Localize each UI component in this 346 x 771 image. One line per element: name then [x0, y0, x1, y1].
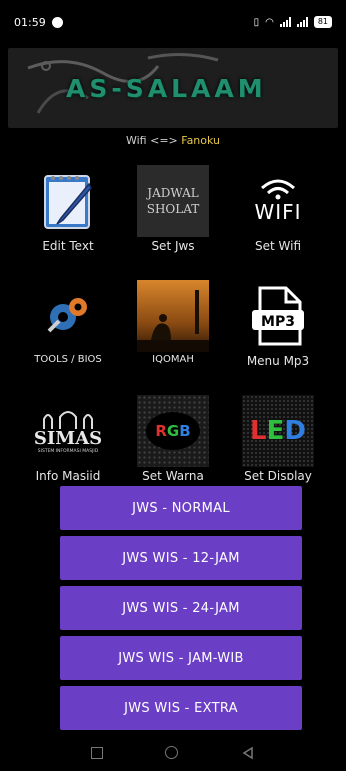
tile-label: Edit Text — [42, 239, 94, 253]
signal-icon — [279, 17, 291, 27]
simas-text: SIMAS — [33, 427, 103, 449]
jadwal-sholat-icon: JADWAL SHOLAT — [137, 165, 209, 237]
simas-subtext: SISTEM INFORMASI MASJID — [37, 448, 99, 454]
jws-wis-extra-button[interactable]: JWS WIS - EXTRA — [60, 686, 302, 730]
sholat-text: SHOLAT — [146, 202, 200, 216]
tile-set-wifi[interactable]: WIFI Set Wifi — [228, 165, 328, 265]
jws-wis-24-jam-button[interactable]: JWS WIS - 24-JAM — [60, 586, 302, 630]
back-icon[interactable] — [241, 746, 255, 760]
wifi-ssid: Fanoku — [181, 134, 221, 147]
jadwal-text: JADWAL — [147, 186, 199, 200]
rgb-badge: RGB — [146, 412, 200, 450]
jws-wis-jam-wib-button[interactable]: JWS WIS - JAM-WIB — [60, 636, 302, 680]
tile-label: Set Wifi — [254, 239, 301, 253]
jws-wis-12-jam-button[interactable]: JWS WIS - 12-JAM — [60, 536, 302, 580]
wifi-prefix: Wifi <=> — [125, 134, 182, 147]
tile-edit-text[interactable]: Edit Text — [18, 165, 118, 265]
tile-label: IQOMAH — [152, 354, 194, 365]
mp3-text: MP3 — [261, 314, 295, 330]
notepad-pen-icon — [32, 165, 104, 237]
status-icons: ▯ ◠ 81 — [254, 16, 332, 28]
tile-tools-bios[interactable]: TOOLS / BIOS — [18, 280, 118, 380]
home-icon[interactable] — [165, 746, 179, 759]
tile-label: Menu Mp3 — [246, 354, 310, 368]
tile-menu-mp3[interactable]: MP3 Menu Mp3 — [228, 280, 328, 380]
vibrate-icon: ▯ — [253, 16, 260, 28]
tile-iqomah[interactable]: IQOMAH — [123, 280, 223, 380]
jws-normal-button[interactable]: JWS - NORMAL — [60, 486, 302, 530]
wifi-text: WIFI — [254, 200, 302, 224]
battery-icon: 81 — [313, 16, 332, 28]
wifi-status-line: Wifi <=> Fanoku — [0, 134, 346, 147]
led-icon: LED — [242, 395, 314, 467]
prayer-silhouette-icon — [137, 280, 209, 352]
signal-2-icon — [296, 17, 308, 27]
recents-icon[interactable] — [91, 746, 104, 759]
rgb-icon: RGB — [137, 395, 209, 467]
system-nav-bar — [0, 734, 346, 771]
notification-dot-icon — [51, 16, 63, 28]
tile-set-jws[interactable]: JADWAL SHOLAT Set Jws — [123, 165, 223, 265]
wifi-icon: WIFI — [242, 165, 314, 237]
status-bar: 01:59 ▯ ◠ 81 — [0, 0, 346, 44]
jws-mode-sheet: JWS - NORMAL JWS WIS - 12-JAM JWS WIS - … — [54, 480, 304, 734]
tile-label: TOOLS / BIOS — [34, 354, 102, 365]
status-time: 01:59 — [14, 15, 46, 29]
mp3-file-icon: MP3 — [242, 280, 314, 352]
tile-label: Set Jws — [151, 239, 195, 253]
banner-title: AS-SALAAM — [66, 74, 267, 103]
gears-icon — [32, 280, 104, 352]
app-banner: AS-SALAAM — [8, 48, 338, 128]
simas-logo-icon: SIMAS SISTEM INFORMASI MASJID — [32, 395, 104, 467]
wifi-status-icon: ◠ — [265, 16, 274, 28]
